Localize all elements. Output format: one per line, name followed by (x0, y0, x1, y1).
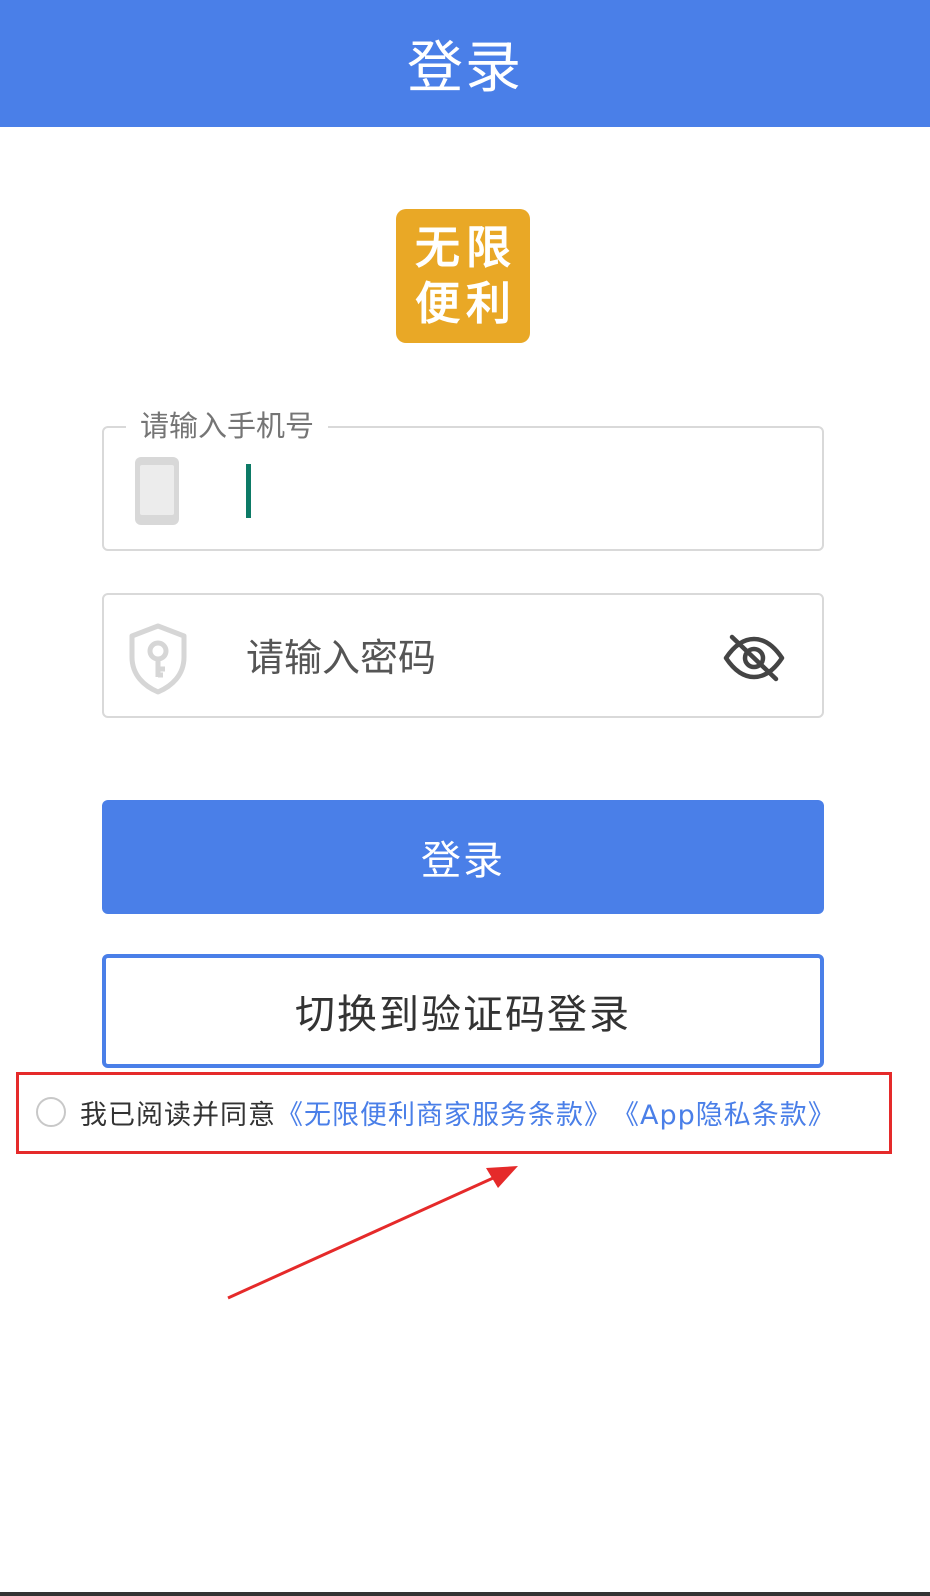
annotation-arrow (227, 1166, 518, 1300)
login-button[interactable]: 登录 (102, 800, 824, 914)
privacy-link[interactable]: 《App隐私条款》 (612, 1093, 836, 1132)
shield-key-icon (129, 623, 187, 695)
app-logo: 无限 便利 (396, 209, 530, 343)
phone-input-field[interactable]: 请输入手机号 (102, 406, 824, 551)
logo-text-line1: 无限 (414, 221, 517, 274)
login-page: 登录 无限 便利 请输入手机号 请输入密码 登录 切换到验证码登录 我已阅读并同… (0, 0, 930, 1596)
agreement-text: 我已阅读并同意 (80, 1099, 276, 1131)
password-placeholder: 请输入密码 (246, 636, 437, 680)
top-app-bar: 登录 (0, 0, 930, 127)
switch-to-sms-login-button[interactable]: 切换到验证码登录 (102, 954, 824, 1068)
bottom-divider (0, 1592, 930, 1596)
text-cursor (246, 464, 251, 518)
agreement-row: 我已阅读并同意 《无限便利商家服务条款》 《App隐私条款》 (36, 1092, 836, 1132)
phone-icon (135, 457, 179, 525)
logo-text-line2: 便利 (414, 277, 517, 330)
phone-field-label: 请输入手机号 (126, 406, 329, 446)
page-title: 登录 (407, 36, 523, 101)
terms-link[interactable]: 《无限便利商家服务条款》 (276, 1093, 612, 1132)
password-input-field[interactable]: 请输入密码 (102, 593, 824, 718)
agreement-radio[interactable] (36, 1097, 66, 1127)
eye-off-icon[interactable] (722, 633, 786, 683)
